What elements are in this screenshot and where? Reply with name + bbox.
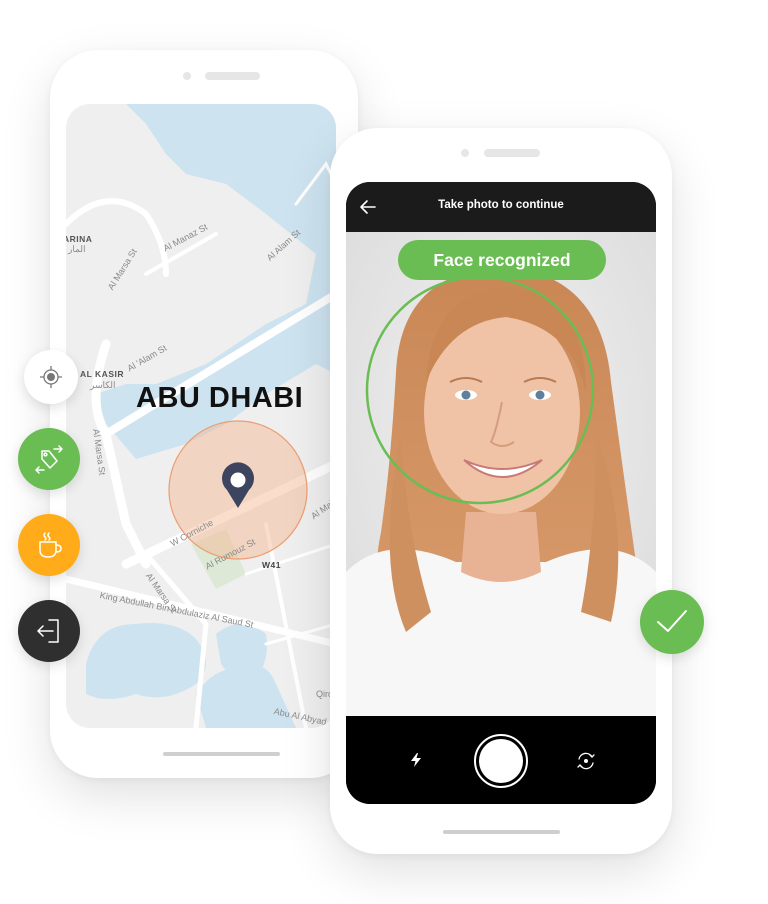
top-bar: Take photo to continue [346,182,656,232]
page-title: Take photo to continue [438,199,564,211]
flash-button[interactable] [408,752,424,768]
camera-screen: Take photo to continue Face recognized [346,182,656,804]
switch-camera-button[interactable] [576,751,596,771]
status-badge: Face recognized [398,240,606,280]
map-view[interactable]: ARINA المار AL KASIR الكاسر W41 Al Marsa… [66,104,336,728]
confirm-button[interactable] [640,590,704,654]
swap-tag-button[interactable] [18,428,80,490]
selfie-photo [346,232,656,716]
map-phone: ARINA المار AL KASIR الكاسر W41 Al Marsa… [50,50,358,778]
camera-dot [183,72,191,80]
water-lagoon [86,623,206,699]
area-label-arabic: الكاسر [90,380,116,390]
area-label: AL KASIR [80,369,124,379]
camera-preview: Face recognized [346,232,656,716]
break-button[interactable] [18,514,80,576]
shutter-inner [479,739,523,783]
checkmark-icon [657,610,687,632]
camera-phone: Take photo to continue Face recognized [330,128,672,854]
speaker-grille [205,72,260,80]
logout-button[interactable] [18,600,80,662]
speaker-grille [484,149,540,157]
camera-dot [461,149,469,157]
camera-controls [346,716,656,804]
area-label: ARINA [66,234,93,244]
home-indicator [443,830,560,834]
city-label: ABU DHABI [136,382,304,414]
flash-icon [411,753,421,767]
area-label: W41 [262,560,281,570]
locate-button[interactable] [24,350,78,404]
exit-icon [37,619,59,643]
area-label-arabic: المار [68,244,86,254]
shutter-button[interactable] [474,734,528,788]
coffee-cup-icon [39,532,62,558]
home-indicator [163,752,280,756]
crosshair-icon [40,366,62,388]
switch-camera-icon [577,752,595,770]
tag-swap-icon [35,445,63,474]
map-canvas [66,104,336,728]
